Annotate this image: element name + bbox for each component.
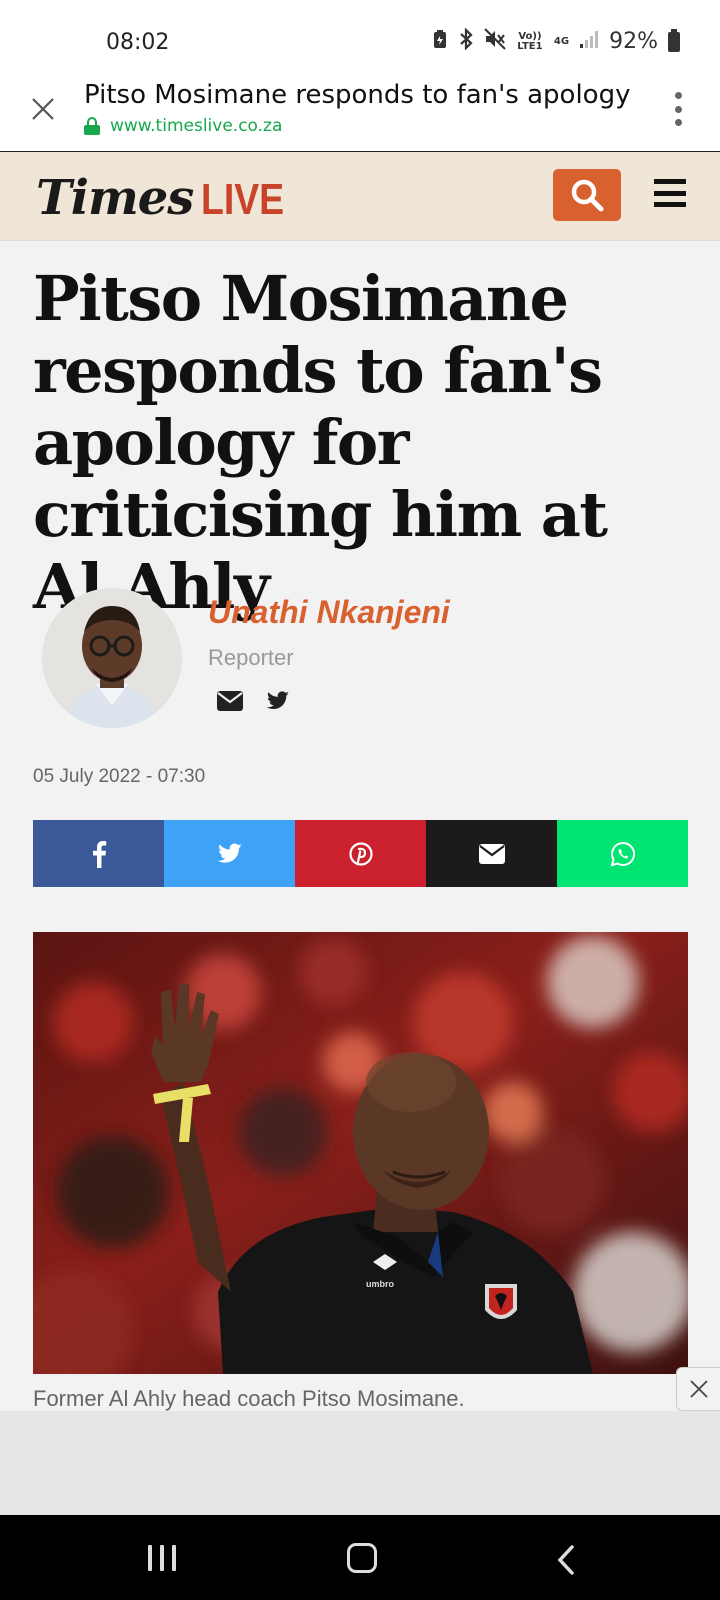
author-role: Reporter bbox=[208, 645, 294, 670]
back-icon[interactable] bbox=[556, 1545, 576, 1580]
author-social-links bbox=[216, 690, 290, 717]
status-time: 08:02 bbox=[106, 30, 170, 55]
ad-banner[interactable] bbox=[0, 1411, 720, 1515]
search-button[interactable] bbox=[553, 169, 621, 221]
image-caption: Former Al Ahly head coach Pitso Mosimane… bbox=[33, 1386, 465, 1411]
screen: 08:02 Vo)) LTE1 4G 92% Pitso Mosimane re… bbox=[0, 0, 720, 1600]
network-type: 4G bbox=[553, 35, 570, 47]
network-label: Vo)) LTE1 bbox=[517, 30, 543, 52]
battery-percent: 92% bbox=[609, 29, 658, 54]
share-facebook-button[interactable] bbox=[33, 820, 164, 887]
author-avatar[interactable] bbox=[42, 588, 182, 728]
mute-icon bbox=[484, 28, 506, 55]
facebook-icon bbox=[92, 840, 106, 868]
battery-saver-icon bbox=[432, 29, 448, 54]
more-options-icon[interactable] bbox=[674, 92, 682, 126]
search-icon bbox=[571, 179, 604, 212]
logo-times: Times bbox=[36, 170, 194, 226]
url-text: www.timeslive.co.za bbox=[110, 116, 283, 136]
lock-icon bbox=[84, 117, 100, 135]
menu-icon[interactable] bbox=[654, 179, 686, 207]
article-headline: Pitso Mosimane responds to fan's apology… bbox=[33, 262, 608, 623]
recents-icon[interactable] bbox=[148, 1545, 176, 1571]
share-pinterest-button[interactable] bbox=[295, 820, 426, 887]
battery-icon bbox=[668, 28, 680, 52]
share-twitter-button[interactable] bbox=[164, 820, 295, 887]
browser-toolbar: Pitso Mosimane responds to fan's apology… bbox=[0, 72, 720, 152]
system-nav-bar bbox=[0, 1515, 720, 1600]
bluetooth-icon bbox=[458, 27, 474, 55]
publish-date: 05 July 2022 - 07:30 bbox=[33, 766, 206, 787]
whatsapp-icon bbox=[610, 841, 635, 866]
share-email-button[interactable] bbox=[426, 820, 557, 887]
signal-icon bbox=[579, 29, 599, 54]
share-whatsapp-button[interactable] bbox=[557, 820, 688, 887]
status-icons: Vo)) LTE1 4G 92% bbox=[432, 27, 680, 55]
envelope-icon bbox=[478, 843, 505, 864]
article-hero-image[interactable]: umbro bbox=[33, 932, 688, 1374]
share-bar bbox=[33, 820, 688, 887]
envelope-icon[interactable] bbox=[216, 690, 244, 717]
status-bar: 08:02 Vo)) LTE1 4G 92% bbox=[0, 0, 720, 72]
author-name[interactable]: Unathi Nkanjeni bbox=[208, 594, 450, 631]
close-ad-button[interactable] bbox=[676, 1367, 720, 1411]
twitter-icon bbox=[217, 843, 242, 863]
site-logo[interactable]: Times LIVE bbox=[36, 170, 299, 226]
browser-page-title: Pitso Mosimane responds to fan's apology bbox=[84, 80, 631, 110]
home-icon[interactable] bbox=[347, 1543, 377, 1573]
site-header: Times LIVE bbox=[0, 152, 720, 241]
url-row[interactable]: www.timeslive.co.za bbox=[84, 116, 282, 136]
svg-text:umbro: umbro bbox=[366, 1279, 395, 1289]
pinterest-icon bbox=[348, 841, 373, 866]
close-icon[interactable] bbox=[28, 94, 58, 124]
twitter-icon[interactable] bbox=[266, 691, 290, 716]
logo-live: LIVE bbox=[201, 175, 285, 224]
close-icon bbox=[689, 1380, 708, 1398]
